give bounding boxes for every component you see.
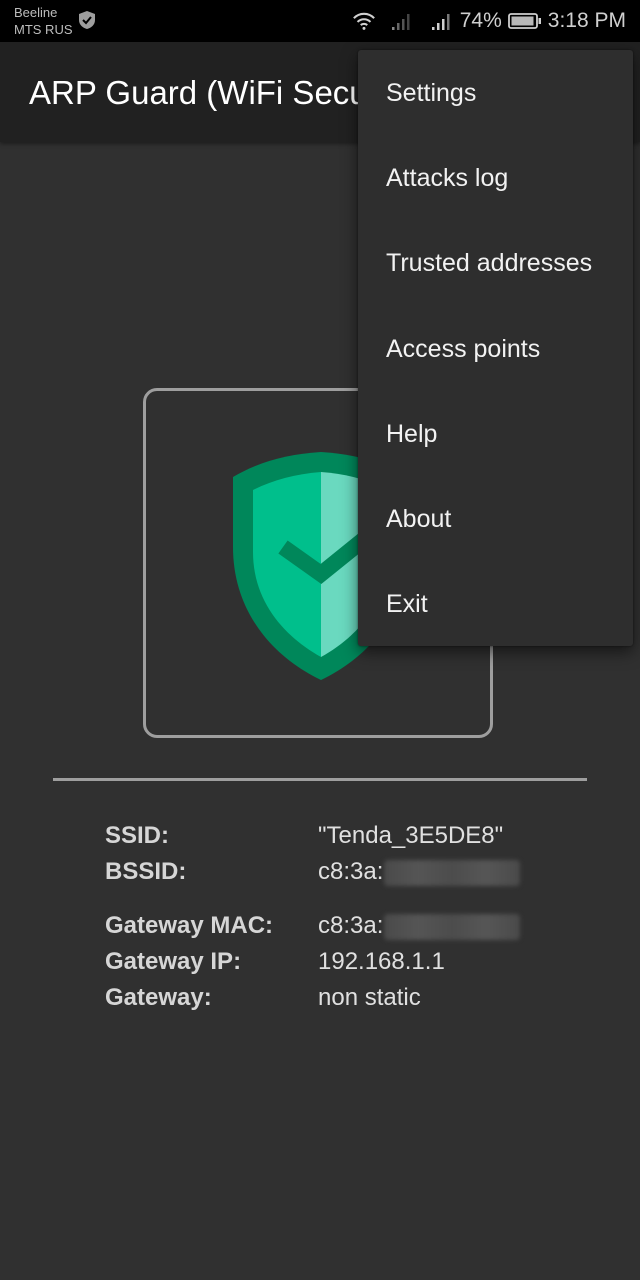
menu-item-label: Settings	[386, 79, 477, 107]
overflow-menu: Settings Attacks log Trusted addresses A…	[358, 50, 633, 646]
ssid-label: SSID:	[105, 822, 170, 849]
battery-percent: 74%	[459, 9, 502, 32]
menu-item-exit[interactable]: Exit	[358, 562, 633, 647]
bssid-prefix: c8:3a:	[318, 858, 384, 885]
gateway-ip-label: Gateway IP:	[105, 948, 242, 975]
gateway-type-value: non static	[318, 984, 421, 1011]
signal-icon-sim1	[391, 14, 410, 30]
carrier-1: Beeline	[14, 5, 58, 20]
gateway-mac-label: Gateway MAC:	[105, 912, 274, 939]
info-row-gateway-ip: Gateway IP: 192.168.1.1	[105, 948, 555, 984]
gateway-mac-prefix: c8:3a:	[318, 912, 384, 939]
carrier-2: MTS RUS	[14, 22, 73, 37]
info-row-ssid: SSID: "Tenda_3E5DE8"	[105, 822, 555, 858]
menu-item-label: Help	[386, 420, 438, 448]
menu-item-label: About	[386, 505, 452, 533]
status-bar: Beeline MTS RUS 74% 3:18 PM	[0, 0, 640, 42]
info-row-gateway-mac: Gateway MAC: c8:3a:	[105, 912, 555, 948]
status-icons: 74% 3:18 PM	[352, 0, 626, 42]
menu-item-label: Exit	[386, 590, 428, 618]
gateway-mac-value: c8:3a:	[318, 912, 521, 940]
menu-item-settings[interactable]: Settings	[358, 51, 633, 136]
info-row-gateway-type: Gateway: non static	[105, 984, 555, 1020]
bssid-value: c8:3a:	[318, 858, 521, 886]
ssid-value: "Tenda_3E5DE8"	[318, 822, 504, 849]
signal-icon-sim2	[431, 14, 450, 30]
bssid-label: BSSID:	[105, 858, 187, 885]
vpn-shield-icon	[79, 11, 95, 29]
menu-item-about[interactable]: About	[358, 477, 633, 562]
menu-item-label: Access points	[386, 335, 541, 363]
menu-item-label: Trusted addresses	[386, 249, 593, 277]
menu-item-access-points[interactable]: Access points	[358, 307, 633, 392]
menu-item-attacks-log[interactable]: Attacks log	[358, 136, 633, 221]
menu-item-trusted-addresses[interactable]: Trusted addresses	[358, 221, 633, 306]
menu-item-label: Attacks log	[386, 164, 509, 192]
battery-icon	[507, 13, 541, 29]
redacted-blur	[384, 859, 521, 886]
divider	[53, 778, 587, 781]
wifi-icon	[352, 12, 375, 30]
gateway-type-label: Gateway:	[105, 984, 212, 1011]
info-row-bssid: BSSID: c8:3a:	[105, 858, 555, 894]
carrier-labels: Beeline MTS RUS	[14, 4, 73, 38]
redacted-blur	[384, 913, 521, 940]
gateway-ip-value: 192.168.1.1	[318, 948, 445, 975]
clock: 3:18 PM	[547, 9, 626, 32]
menu-item-help[interactable]: Help	[358, 392, 633, 477]
